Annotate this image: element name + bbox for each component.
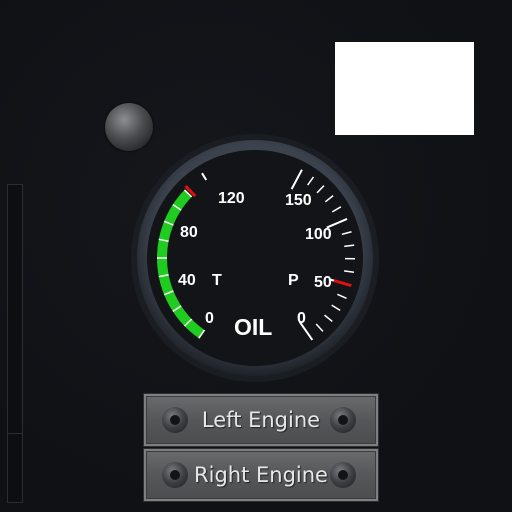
left-engine-button[interactable]: Left Engine [143, 393, 379, 447]
pressure-tick-label-0: 0 [297, 310, 306, 327]
screw-icon [162, 407, 188, 433]
oil-gauge: 120 80 40 0 T 150 100 50 0 P OIL [130, 133, 380, 383]
oil-gauge-svg: 120 80 40 0 T 150 100 50 0 P OIL [131, 134, 379, 382]
screw-icon [162, 462, 188, 488]
screw-icon [330, 407, 356, 433]
screw-icon [330, 462, 356, 488]
temp-tick-label-80: 80 [180, 224, 198, 241]
temp-letter: T [212, 272, 222, 289]
side-rail-upper [7, 184, 23, 434]
gauge-title: OIL [234, 314, 272, 340]
pressure-tick-label-50: 50 [314, 274, 332, 291]
pressure-letter: P [288, 272, 299, 289]
pressure-tick-label-150: 150 [285, 192, 312, 209]
temp-tick-label-40: 40 [178, 272, 196, 289]
blank-display [335, 42, 474, 135]
pressure-tick-label-100: 100 [305, 226, 332, 243]
temp-tick-label-0: 0 [205, 310, 214, 327]
side-rail-lower [7, 433, 23, 503]
left-engine-label: Left Engine [201, 408, 321, 432]
right-engine-button[interactable]: Right Engine [143, 448, 379, 502]
temp-tick-label-120: 120 [218, 190, 245, 207]
right-engine-label: Right Engine [194, 463, 328, 487]
